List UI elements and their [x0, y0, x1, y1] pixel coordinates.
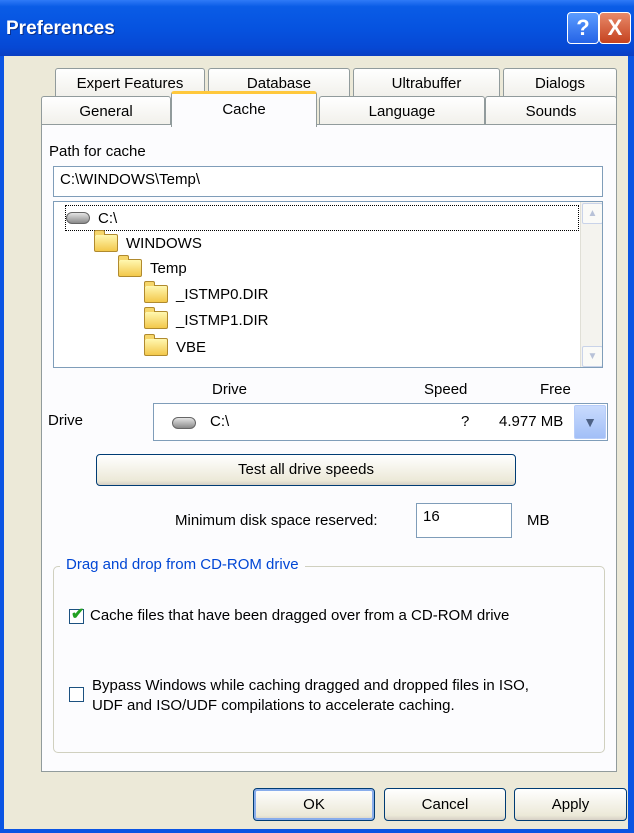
- folder-icon: [144, 281, 168, 303]
- tree-item-label: WINDOWS: [126, 234, 202, 252]
- hard-drive-icon: [172, 417, 196, 429]
- checkmark-icon: ✔: [71, 606, 85, 623]
- preferences-window: Preferences ? X Expert Features Database…: [0, 0, 634, 833]
- min-space-label: Minimum disk space reserved:: [175, 512, 378, 529]
- chevron-down-icon[interactable]: ▼: [574, 405, 606, 439]
- drive-select-name: C:\: [210, 413, 230, 430]
- folder-tree[interactable]: C:\ WINDOWS Temp _ISTMP0.DIR _ISTMP1.DIR…: [53, 201, 603, 368]
- apply-button[interactable]: Apply: [514, 788, 627, 821]
- tree-item-label: _ISTMP1.DIR: [176, 311, 269, 329]
- drive-select-free: 4.977 MB: [499, 413, 564, 430]
- close-button[interactable]: X: [599, 12, 631, 44]
- scroll-down-button[interactable]: ▼: [582, 346, 602, 367]
- tree-item-label: Temp: [150, 259, 187, 277]
- folder-icon: [144, 334, 168, 356]
- help-button[interactable]: ?: [567, 12, 599, 44]
- folder-icon: [94, 230, 118, 252]
- tree-item-label: C:\: [98, 209, 118, 227]
- ok-button[interactable]: OK: [253, 788, 375, 821]
- folder-icon: [118, 255, 142, 277]
- tree-item-label: _ISTMP0.DIR: [176, 285, 269, 303]
- tree-item-label: VBE: [176, 338, 207, 356]
- option1-label[interactable]: Cache files that have been dragged over …: [90, 607, 509, 624]
- folder-icon: [144, 307, 168, 329]
- speed-column-header: Speed: [424, 381, 468, 398]
- option2-label-line2[interactable]: UDF and ISO/UDF compilations to accelera…: [92, 697, 455, 714]
- scroll-up-button[interactable]: ▲: [582, 203, 602, 224]
- min-space-unit: MB: [527, 512, 550, 529]
- window-title: Preferences: [6, 18, 115, 39]
- cancel-button[interactable]: Cancel: [384, 788, 506, 821]
- option2-checkbox[interactable]: [69, 687, 84, 702]
- tab-general[interactable]: General: [41, 96, 171, 127]
- tab-sounds[interactable]: Sounds: [485, 96, 617, 127]
- free-column-header: Free: [540, 381, 571, 398]
- drive-select[interactable]: C:\ ? 4.977 MB ▼: [153, 403, 608, 441]
- tree-item-drive-c[interactable]: C:\: [65, 205, 579, 231]
- min-space-input[interactable]: 16: [416, 503, 512, 538]
- drive-column-header: Drive: [212, 381, 248, 398]
- drive-select-speed: ?: [461, 413, 470, 430]
- tree-item-vbe[interactable]: VBE: [144, 334, 207, 359]
- tab-cache[interactable]: Cache: [171, 91, 317, 127]
- path-label: Path for cache: [49, 143, 146, 160]
- option1-checkbox[interactable]: ✔: [69, 606, 85, 624]
- cache-path-input[interactable]: C:\WINDOWS\Temp\: [53, 166, 603, 197]
- cdrom-group: [53, 566, 605, 753]
- tree-item-istmp1[interactable]: _ISTMP1.DIR: [144, 307, 269, 332]
- drive-label: Drive: [48, 412, 84, 429]
- cdrom-group-title: Drag and drop from CD-ROM drive: [60, 556, 305, 573]
- test-drive-speeds-button[interactable]: Test all drive speeds: [96, 454, 516, 486]
- tab-dialogs[interactable]: Dialogs: [503, 68, 617, 99]
- tab-ultrabuffer[interactable]: Ultrabuffer: [353, 68, 500, 99]
- title-bar[interactable]: Preferences ? X: [0, 0, 634, 56]
- tree-item-temp[interactable]: Temp: [118, 255, 187, 280]
- tree-item-istmp0[interactable]: _ISTMP0.DIR: [144, 281, 269, 306]
- tree-item-windows[interactable]: WINDOWS: [94, 230, 202, 255]
- tab-language[interactable]: Language: [319, 96, 485, 127]
- hard-drive-icon: [66, 212, 90, 224]
- tree-scrollbar[interactable]: ▲ ▼: [580, 202, 602, 367]
- option2-label-line1[interactable]: Bypass Windows while caching dragged and…: [92, 677, 529, 694]
